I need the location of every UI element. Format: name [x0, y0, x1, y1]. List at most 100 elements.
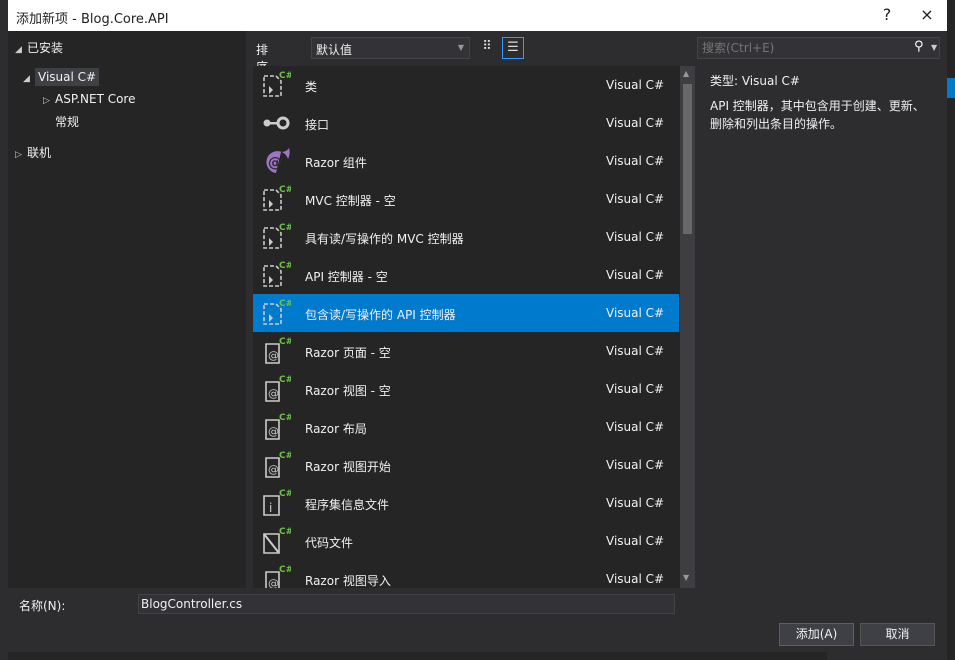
- template-language: Visual C#: [606, 496, 665, 510]
- search-box: ⚲ ▼: [697, 37, 940, 59]
- bottom-edge: [8, 652, 827, 660]
- class-icon: C#: [261, 70, 293, 100]
- template-list: C# 类 Visual C# 接口 Visual C# @ Razor 组件 Visual C…: [253, 66, 680, 588]
- template-language: Visual C#: [606, 230, 665, 244]
- tree-item-online[interactable]: ▷ 联机: [15, 144, 51, 161]
- template-language: Visual C#: [606, 572, 665, 586]
- add-button[interactable]: 添加(A): [779, 623, 854, 646]
- grid-icon: ⠿: [482, 39, 492, 54]
- template-name: 程序集信息文件: [305, 498, 390, 512]
- svg-text:C#: C#: [279, 299, 291, 309]
- tree-item-installed[interactable]: ◢ 已安装: [15, 39, 63, 56]
- template-name: 具有读/写操作的 MVC 控制器: [305, 232, 464, 246]
- template-item[interactable]: @C# Razor 页面 - 空 Visual C#: [253, 332, 679, 370]
- cancel-button[interactable]: 取消: [860, 623, 935, 646]
- template-name: Razor 布局: [305, 422, 367, 436]
- svg-text:C#: C#: [279, 185, 291, 195]
- template-name: Razor 视图导入: [305, 574, 391, 588]
- template-language: Visual C#: [606, 344, 665, 358]
- template-name: MVC 控制器 - 空: [305, 194, 396, 208]
- template-language: Visual C#: [606, 268, 665, 282]
- svg-text:C#: C#: [279, 337, 291, 347]
- title-bar: 添加新项 - Blog.Core.API ? ×: [8, 0, 947, 31]
- class-icon: C#: [261, 260, 293, 290]
- template-tree: ◢ 已安装 ◢ Visual C# ▷ ASP.NET Core 常规 ▷ 联机: [8, 31, 246, 588]
- add-new-item-dialog: 添加新项 - Blog.Core.API ? × ◢ 已安装 ◢ Visual C#…: [0, 0, 947, 660]
- svg-text:@: @: [268, 425, 279, 438]
- close-button[interactable]: ×: [914, 4, 940, 26]
- svg-text:C#: C#: [279, 223, 291, 233]
- template-name: 接口: [305, 118, 330, 132]
- template-item[interactable]: C# 代码文件 Visual C#: [253, 522, 679, 560]
- template-language: Visual C#: [606, 78, 665, 92]
- collapsed-icon: ▷: [43, 96, 50, 106]
- grid-view-button[interactable]: ⠿: [476, 37, 498, 59]
- class-icon: C#: [261, 184, 293, 214]
- template-item[interactable]: C# API 控制器 - 空 Visual C#: [253, 256, 679, 294]
- scroll-down-icon[interactable]: ▼: [683, 573, 689, 582]
- razor-icon: @C#: [261, 450, 293, 480]
- scrollbar-thumb[interactable]: [683, 84, 692, 234]
- svg-text:@: @: [268, 463, 279, 476]
- background-selection: [947, 78, 955, 98]
- class-icon: C#: [261, 222, 293, 252]
- tree-item-general[interactable]: 常规: [55, 113, 79, 130]
- expanded-icon: ◢: [15, 45, 22, 55]
- razor-icon: @C#: [261, 564, 293, 588]
- scroll-up-icon[interactable]: ▲: [683, 69, 689, 78]
- name-label: 名称(N):: [19, 599, 66, 613]
- template-name: 类: [305, 80, 318, 94]
- template-language: Visual C#: [606, 458, 665, 472]
- template-item[interactable]: i C# 程序集信息文件 Visual C#: [253, 484, 679, 522]
- list-view-button[interactable]: ☰: [502, 37, 524, 59]
- search-input[interactable]: [698, 38, 908, 58]
- collapsed-icon: ▷: [15, 150, 22, 160]
- template-item[interactable]: C# 类 Visual C#: [253, 66, 679, 104]
- razor-icon: @C#: [261, 412, 293, 442]
- template-name: Razor 视图 - 空: [305, 384, 391, 398]
- svg-text:C#: C#: [279, 71, 291, 81]
- svg-text:C#: C#: [279, 375, 291, 385]
- svg-text:C#: C#: [279, 261, 291, 271]
- chevron-down-icon: ▼: [457, 43, 464, 52]
- list-icon: ☰: [507, 40, 519, 55]
- tree-item-aspnet-core[interactable]: ▷ ASP.NET Core: [43, 92, 135, 106]
- template-item[interactable]: C# 包含读/写操作的 API 控制器 Visual C#: [253, 294, 679, 332]
- help-button[interactable]: ?: [874, 4, 900, 26]
- template-language: Visual C#: [606, 192, 665, 206]
- tree-item-visual-csharp[interactable]: ◢ Visual C#: [23, 68, 100, 86]
- template-language: Visual C#: [606, 306, 665, 320]
- template-item[interactable]: @ Razor 组件 Visual C#: [253, 142, 679, 180]
- detail-description: API 控制器，其中包含用于创建、更新、删除和列出条目的操作。: [710, 99, 925, 131]
- list-scrollbar[interactable]: ▲ ▼: [680, 66, 695, 588]
- template-item[interactable]: @C# Razor 视图开始 Visual C#: [253, 446, 679, 484]
- template-item[interactable]: 接口 Visual C#: [253, 104, 679, 142]
- razor-icon: @C#: [261, 374, 293, 404]
- svg-text:@: @: [268, 577, 279, 588]
- template-language: Visual C#: [606, 154, 665, 168]
- svg-text:C#: C#: [279, 489, 291, 499]
- template-item[interactable]: @C# Razor 视图 - 空 Visual C#: [253, 370, 679, 408]
- interface-icon: [261, 108, 291, 138]
- template-language: Visual C#: [606, 534, 665, 548]
- name-input[interactable]: [138, 594, 675, 614]
- svg-text:i: i: [269, 501, 272, 515]
- info-icon: i C#: [261, 488, 293, 518]
- svg-text:@: @: [268, 387, 279, 400]
- search-options-chevron-icon[interactable]: ▼: [931, 43, 937, 52]
- class-icon: C#: [261, 298, 293, 328]
- template-item[interactable]: @C# Razor 布局 Visual C#: [253, 408, 679, 446]
- template-item[interactable]: @C# Razor 视图导入 Visual C#: [253, 560, 679, 588]
- svg-text:C#: C#: [279, 527, 291, 537]
- detail-type: 类型: Visual C#: [710, 74, 800, 88]
- template-item[interactable]: C# 具有读/写操作的 MVC 控制器 Visual C#: [253, 218, 679, 256]
- window-title: 添加新项 - Blog.Core.API: [16, 12, 169, 27]
- detail-panel: 类型: Visual C# API 控制器，其中包含用于创建、更新、删除和列出条…: [697, 66, 940, 588]
- sort-select[interactable]: 默认值 ▼: [311, 37, 470, 59]
- template-name: Razor 页面 - 空: [305, 346, 391, 360]
- template-item[interactable]: C# MVC 控制器 - 空 Visual C#: [253, 180, 679, 218]
- template-name: Razor 组件: [305, 156, 367, 170]
- razor-component-icon: @: [261, 146, 291, 176]
- search-icon[interactable]: ⚲: [914, 39, 924, 54]
- template-name: 包含读/写操作的 API 控制器: [305, 308, 456, 322]
